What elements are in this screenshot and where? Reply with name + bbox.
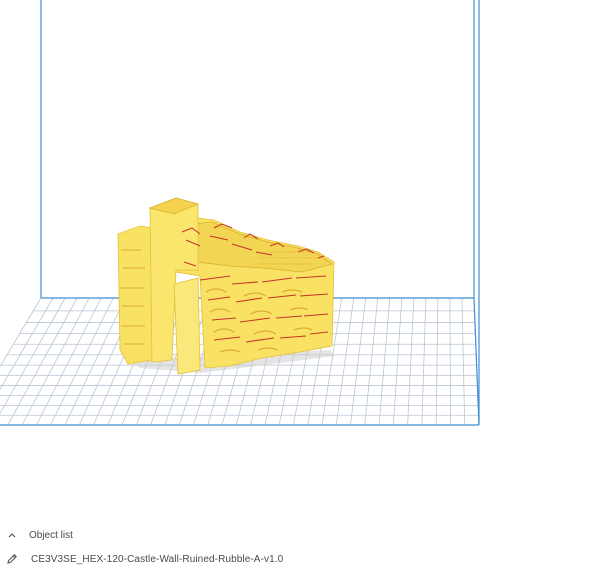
pencil-icon[interactable] — [5, 552, 19, 566]
model-left-block — [117, 225, 153, 365]
object-list-item[interactable]: CE3V3SE_HEX-120-Castle-Wall-Ruined-Rubbl… — [0, 548, 600, 570]
object-list-label: Object list — [29, 529, 73, 541]
object-list-toggle[interactable]: Object list — [0, 524, 600, 546]
3d-viewport[interactable] — [0, 0, 600, 520]
grid-line-depth — [449, 297, 451, 426]
build-volume-scene[interactable] — [0, 0, 600, 520]
chevron-up-icon — [5, 528, 19, 542]
object-name: CE3V3SE_HEX-120-Castle-Wall-Ruined-Rubbl… — [31, 553, 284, 565]
model-front-slab — [173, 277, 201, 375]
castle-wall-model[interactable] — [117, 197, 335, 375]
